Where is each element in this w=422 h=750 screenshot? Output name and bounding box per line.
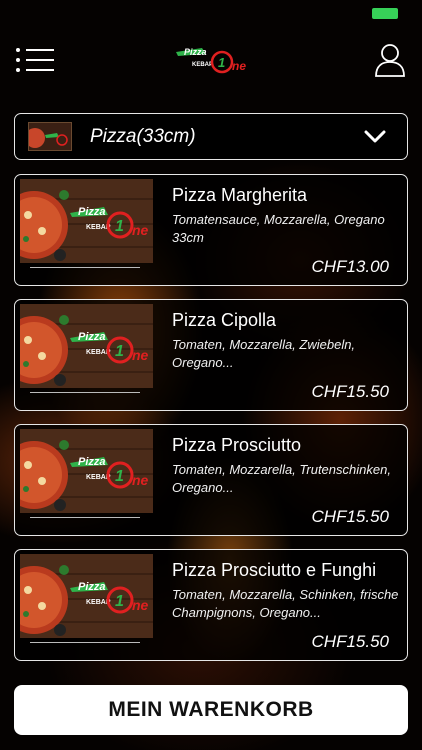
svg-text:1: 1 — [115, 343, 124, 360]
product-price: CHF15.50 — [311, 382, 389, 401]
product-description: Tomaten, Mozzarella, Schinken, frische C… — [172, 587, 399, 620]
svg-text:ne: ne — [132, 347, 149, 363]
logo-text-kebap: KEBAP — [192, 62, 213, 68]
image-underline — [30, 392, 140, 393]
logo-text-digit: 1 — [218, 55, 225, 70]
svg-text:1: 1 — [115, 593, 124, 610]
category-dropdown[interactable]: Pizza(33cm) — [14, 113, 408, 160]
logo-text-word: ne — [232, 59, 246, 73]
battery-icon — [372, 8, 398, 19]
product-description: Tomaten, Mozzarella, Trutenschinken, Ore… — [172, 462, 391, 495]
product-image: Pizza KEBAP 1 ne — [20, 554, 153, 638]
app-header: Pizza KEBAP 1 ne — [0, 38, 422, 88]
svg-text:Pizza: Pizza — [78, 331, 106, 343]
product-price: CHF13.00 — [311, 257, 389, 276]
product-name: Pizza Prosciutto — [172, 435, 302, 455]
svg-text:ne: ne — [132, 222, 149, 238]
cart-button[interactable]: MEIN WARENKORB — [14, 685, 408, 735]
product-price: CHF15.50 — [311, 632, 389, 651]
svg-text:ne: ne — [132, 472, 149, 488]
category-selected-label: Pizza(33cm) — [90, 126, 196, 147]
product-image: Pizza KEBAP 1 ne — [20, 304, 153, 388]
product-description: Tomaten, Mozzarella, Zwiebeln, Oregano..… — [172, 337, 356, 370]
product-card[interactable]: Pizza KEBAP 1 ne Pizza Margherita Tomate… — [14, 174, 408, 286]
svg-text:1: 1 — [115, 218, 124, 235]
user-profile-icon[interactable] — [374, 42, 406, 78]
chevron-down-icon — [364, 130, 386, 143]
logo-text-pizza: Pizza — [184, 47, 207, 57]
product-card[interactable]: Pizza KEBAP 1 ne Pizza Prosciutto e Fung… — [14, 549, 408, 661]
svg-text:Pizza: Pizza — [78, 456, 106, 468]
product-price: CHF15.50 — [311, 507, 389, 526]
product-name: Pizza Margherita — [172, 185, 308, 205]
product-image: Pizza KEBAP 1 ne — [20, 429, 153, 513]
image-underline — [30, 517, 140, 518]
svg-text:Pizza: Pizza — [78, 206, 106, 218]
image-underline — [30, 267, 140, 268]
menu-icon[interactable] — [16, 46, 54, 74]
image-underline — [30, 642, 140, 643]
product-name: Pizza Cipolla — [172, 310, 277, 330]
product-card[interactable]: Pizza KEBAP 1 ne Pizza Prosciutto Tomate… — [14, 424, 408, 536]
svg-text:ne: ne — [132, 597, 149, 613]
svg-text:Pizza: Pizza — [78, 581, 106, 593]
product-description: Tomatensauce, Mozzarella, Oregano 33cm — [172, 212, 385, 245]
product-image: Pizza KEBAP 1 ne — [20, 179, 153, 263]
product-name: Pizza Prosciutto e Funghi — [172, 560, 377, 580]
product-card[interactable]: Pizza KEBAP 1 ne Pizza Cipolla Tomaten, … — [14, 299, 408, 411]
svg-text:1: 1 — [115, 468, 124, 485]
category-thumbnail — [28, 122, 72, 151]
pizza-one-logo: Pizza KEBAP 1 ne — [176, 47, 246, 74]
